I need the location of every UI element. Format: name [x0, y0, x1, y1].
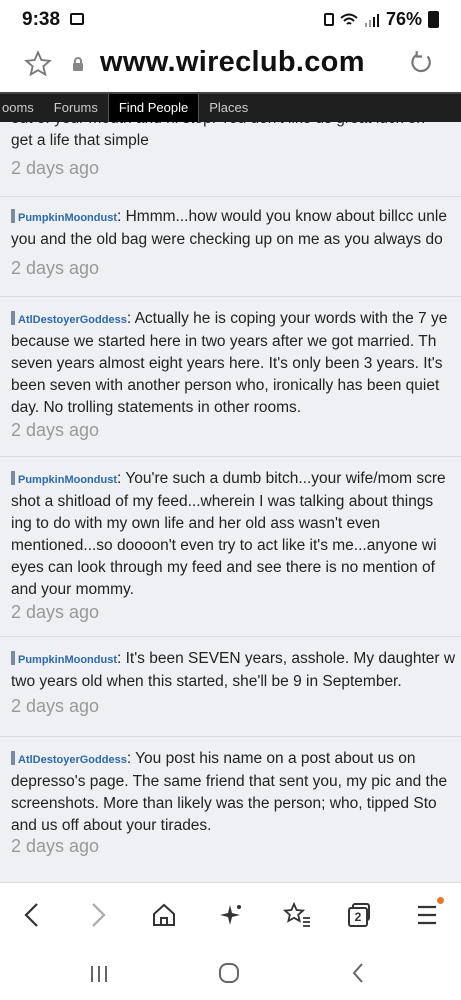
status-indicators: 76% — [323, 9, 439, 30]
forward-icon[interactable] — [86, 901, 110, 929]
post-line: because we started here in two years aft… — [11, 333, 437, 350]
post-username[interactable]: AtlDestoyerGoddess — [18, 754, 127, 766]
tab-forums[interactable]: Forums — [44, 94, 108, 122]
post-line: day. No trolling statements in other roo… — [11, 399, 302, 416]
post-line: depresso's page. The same friend that se… — [11, 773, 448, 790]
recent-apps-icon[interactable] — [88, 964, 110, 984]
tab-find-people[interactable]: Find People — [107, 94, 200, 122]
browser-toolbar: 2 — [0, 882, 461, 947]
post-line: : You post his name on a post about us o… — [126, 750, 416, 767]
home-icon[interactable] — [150, 901, 178, 929]
post-line: get a life that simple — [11, 132, 149, 149]
status-time: 9:38 — [22, 9, 61, 30]
home-button-icon[interactable] — [218, 962, 240, 984]
menu-icon[interactable] — [416, 897, 444, 932]
post-username[interactable]: AtlDestoyerGoddess — [18, 314, 127, 326]
signal-icon — [364, 13, 379, 27]
avatar[interactable] — [11, 311, 15, 325]
site-nav-tabs: ooms Forums Find People Places — [0, 92, 461, 122]
system-back-icon[interactable] — [350, 962, 366, 984]
avatar[interactable] — [11, 651, 15, 665]
post-line: shot a shitload of my feed...wherein I w… — [11, 493, 434, 510]
feed: out of your mouth and hi stop. You don't… — [0, 122, 461, 882]
post-line: been seven with another person who, iron… — [11, 377, 440, 394]
post-username[interactable]: PumpkinMoondust — [18, 654, 117, 666]
post-line: two years old when this started, she'll … — [11, 673, 402, 690]
sparkle-icon[interactable] — [218, 901, 244, 929]
post-timestamp: 2 days ago — [11, 420, 100, 440]
gallery-notification-icon — [70, 13, 84, 25]
battery-icon — [428, 11, 439, 28]
post-line: : Actually he is coping your words with … — [126, 310, 448, 327]
secure-lock-icon — [73, 57, 83, 71]
post-username[interactable]: PumpkinMoondust — [18, 212, 117, 224]
post-line: you and the old bag were checking up on … — [11, 231, 443, 248]
reload-icon[interactable] — [408, 50, 434, 76]
feed-post: PumpkinMoondust: You're such a dumb bitc… — [0, 456, 461, 637]
post-line: : You're such a dumb bitch...your wife/m… — [117, 470, 446, 487]
post-timestamp: 2 days ago — [11, 836, 100, 856]
avatar[interactable] — [11, 209, 15, 223]
feed-post: AtlDestoyerGoddess: Actually he is copin… — [0, 296, 461, 457]
post-line: screenshots. More than likely was the pe… — [11, 795, 437, 812]
system-nav-bar — [0, 946, 461, 1000]
post-timestamp: 2 days ago — [11, 602, 100, 622]
post-timestamp: 2 days ago — [11, 158, 100, 178]
post-username[interactable]: PumpkinMoondust — [18, 474, 117, 486]
feed-post: PumpkinMoondust: It's been SEVEN years, … — [0, 636, 461, 737]
bookmark-star-icon[interactable] — [24, 50, 52, 78]
feed-post: PumpkinMoondust: Hmmm...how would you kn… — [0, 196, 461, 297]
battery-percent: 76% — [385, 9, 422, 29]
avatar[interactable] — [11, 751, 15, 765]
tab-count: 2 — [348, 907, 368, 927]
post-line: : Hmmm...how would you know about billcc… — [117, 208, 447, 225]
post-timestamp: 2 days ago — [11, 696, 100, 716]
tabs-icon[interactable]: 2 — [348, 903, 372, 927]
post-timestamp: 2 days ago — [11, 258, 100, 278]
status-bar: 9:38 76% — [0, 0, 461, 38]
menu-lines-icon — [418, 905, 436, 925]
post-line: eyes can look through my feed and see th… — [11, 559, 435, 576]
wifi-icon — [340, 13, 358, 25]
post-line: and your mommy. — [11, 581, 134, 598]
lock-status-icon — [323, 13, 334, 26]
post-line: : It's been SEVEN years, asshole. My dau… — [117, 650, 456, 667]
feed-post: AtlDestoyerGoddess: You post his name on… — [0, 736, 461, 882]
back-icon[interactable] — [20, 901, 44, 929]
tab-places[interactable]: Places — [199, 94, 258, 122]
post-line: and us off about your tirades. — [11, 817, 212, 834]
post-line: seven years almost eight years here. It'… — [11, 355, 443, 372]
notification-dot — [437, 897, 444, 904]
feed-post: out of your mouth and hi stop. You don't… — [0, 122, 461, 197]
bookmarks-icon[interactable] — [282, 901, 312, 929]
post-line: ing to do with my own life and her old a… — [11, 515, 381, 532]
avatar[interactable] — [11, 471, 15, 485]
tab-rooms[interactable]: ooms — [0, 94, 44, 122]
url-text[interactable]: www.wireclub.com — [100, 46, 365, 79]
post-line: mentioned...so doooon't even try to act … — [11, 537, 437, 554]
post-line: out of your mouth and hi stop. You don't… — [11, 122, 461, 130]
